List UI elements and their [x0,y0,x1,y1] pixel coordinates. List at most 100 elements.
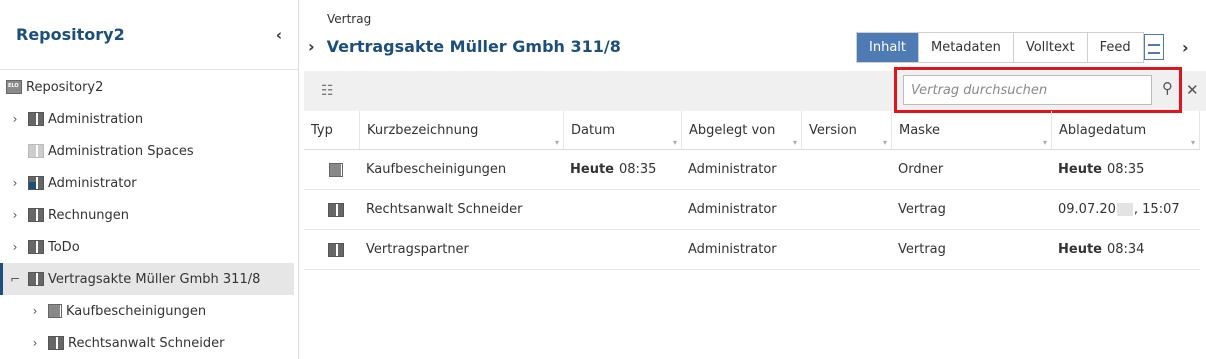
column-label: Kurzbezeichnung [367,122,479,138]
column-header-abgelegt-von[interactable]: Abgelegt von ▾ [682,111,802,149]
cell-mask: Vertrag [898,202,946,217]
view-tabs: Inhalt Metadaten Volltext Feed [856,32,1144,63]
tree-item-administration-spaces[interactable]: Administration Spaces [0,135,298,167]
sort-icon[interactable]: ▾ [555,138,559,147]
cell-mask: Vertrag [898,242,946,257]
tree-item-rechnungen[interactable]: › Rechnungen [0,199,298,231]
sort-icon[interactable]: ▾ [793,138,797,147]
sort-icon[interactable]: ▾ [1191,138,1195,147]
sort-icon[interactable]: ▾ [673,138,677,147]
tab-volltext[interactable]: Volltext [1013,33,1088,62]
column-label: Maske [899,122,941,138]
column-header-datum[interactable]: Datum ▾ [564,111,682,149]
cell-type [304,150,360,189]
filed-time: 08:34 [1106,242,1145,257]
cell-filed-by: Administrator [688,202,777,217]
cell-filed-by: Administrator [688,162,777,177]
tree-item-label: Administrator [48,175,137,191]
tab-metadaten[interactable]: Metadaten [919,33,1014,62]
repository-tree: Repository2 › Administration Administrat… [0,71,298,359]
chevron-right-icon[interactable]: › [8,176,22,190]
main-panel: Vertrag › Vertragsakte Müller Gmbh 311/8… [300,0,1206,359]
column-header-kurzbezeichnung[interactable]: Kurzbezeichnung ▾ [360,111,564,149]
tree-item-rechtsanwalt-schneider[interactable]: › Rechtsanwalt Schneider [0,327,298,359]
tree-item-label: Vertragsakte Müller Gmbh 311/8 [48,271,261,287]
tab-inhalt[interactable]: Inhalt [857,33,919,62]
column-header-version[interactable]: Version ▾ [802,111,892,149]
sort-icon[interactable]: ▾ [883,138,887,147]
table-row[interactable]: Rechtsanwalt Schneider Administrator Ver… [304,190,1200,230]
cabinet-icon [28,272,44,286]
tree-item-label: Administration [48,111,144,127]
breadcrumb[interactable]: Vertrag [327,12,371,26]
cabinet-icon [48,336,64,350]
tree-item-administration[interactable]: › Administration [0,103,298,135]
content-table: Typ Kurzbezeichnung ▾ Datum ▾ Abgelegt von… [304,111,1200,270]
column-label: Abgelegt von [689,122,776,138]
cell-version [802,230,892,269]
cell-date [564,230,682,269]
cabinet-light-icon [28,144,44,158]
repository-icon [6,80,22,94]
filed-time: 08:35 [1106,162,1145,177]
tree-item-label: ToDo [48,239,80,255]
cabinet-icon [28,112,44,126]
search-input[interactable] [903,75,1152,105]
cell-mask: Ordner [898,162,944,177]
filed-prefix: Heute [1058,162,1102,177]
user-cabinet-icon [28,176,44,190]
chevron-right-icon[interactable]: › [308,37,315,56]
content-toolbar: ☷ ⚲ ✕ [304,67,1206,113]
tree-item-repository2[interactable]: Repository2 [0,71,298,103]
view-mode-icon[interactable]: ☷ [321,83,334,99]
column-label: Typ [311,122,333,138]
filed-date-end: , 15:07 [1133,202,1180,217]
chevron-right-icon[interactable]: › [8,112,22,126]
column-header-maske[interactable]: Maske ▾ [892,111,1052,149]
cell-filed-date: 09.07.20 , 15:07 [1052,190,1200,229]
cabinet-icon [28,208,44,222]
tree-item-label: Repository2 [26,79,104,95]
cabinet-icon [328,242,344,257]
filed-prefix: Heute [1058,242,1102,257]
sidebar: Repository2 ‹ Repository2 › Administrati… [0,0,299,359]
column-label: Version [809,122,857,138]
tab-feed[interactable]: Feed [1087,33,1143,62]
date-prefix: Heute [570,162,614,177]
search-icon[interactable]: ⚲ [1162,79,1173,97]
cabinet-icon [28,240,44,254]
cell-version [802,190,892,229]
chevron-right-icon[interactable]: › [1182,38,1189,57]
search-highlight-box: ⚲ [894,67,1182,113]
chevron-right-icon[interactable]: › [28,336,42,350]
tree-item-vertragsakte[interactable]: ⌐ Vertragsakte Müller Gmbh 311/8 [0,263,294,295]
column-header-typ[interactable]: Typ [304,111,360,149]
cabinet-icon [328,202,344,217]
tree-item-administrator[interactable]: › Administrator [0,167,298,199]
table-row[interactable]: Vertragspartner Administrator Vertrag He… [304,230,1200,270]
column-header-ablagedatum[interactable]: Ablagedatum ▾ [1052,111,1200,149]
cell-date [564,190,682,229]
chevron-right-icon[interactable]: › [8,208,22,222]
table-row[interactable]: Kaufbescheinigungen Heute 08:35 Administr… [304,150,1200,190]
folder-icon [329,162,343,177]
cell-type [304,190,360,229]
collapse-icon[interactable]: ⌐ [8,272,22,286]
folder-icon [48,304,62,318]
cell-filed-by: Administrator [688,242,777,257]
tree-item-todo[interactable]: › ToDo [0,231,298,263]
cell-date: Heute 08:35 [564,150,682,189]
chevron-left-icon[interactable]: ‹ [276,26,282,44]
sort-icon[interactable]: ▾ [1043,138,1047,147]
chevron-right-icon[interactable]: › [8,240,22,254]
page-title: Vertragsakte Müller Gmbh 311/8 [326,37,621,56]
tree-item-kaufbescheinigungen[interactable]: › Kaufbescheinigungen [0,295,298,327]
cell-name: Rechtsanwalt Schneider [366,202,523,217]
close-icon[interactable]: ✕ [1186,81,1199,99]
column-label: Ablagedatum [1059,122,1147,138]
cell-name: Kaufbescheinigungen [366,162,507,177]
sidebar-title: Repository2 [16,25,125,44]
cell-type [304,230,360,269]
form-view-icon[interactable] [1144,34,1164,60]
chevron-right-icon[interactable]: › [28,304,42,318]
